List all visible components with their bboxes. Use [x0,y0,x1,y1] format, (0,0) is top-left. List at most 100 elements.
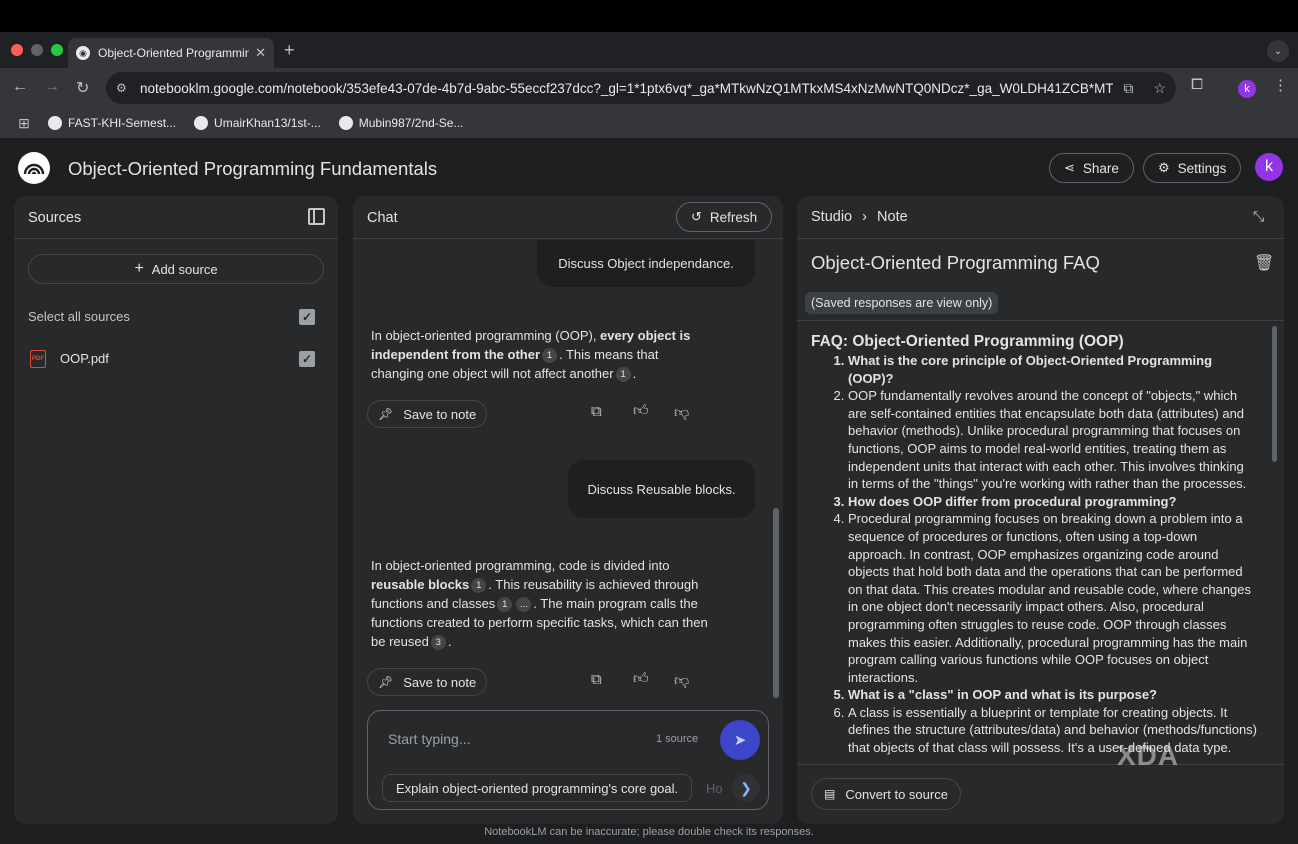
citation-chip[interactable]: 1 [615,367,631,382]
faq-question: What is the core principle of Object-Ori… [848,352,1257,387]
maximize-window-button[interactable] [51,44,63,56]
tab-search-icon[interactable]: ⌄ [1267,40,1289,62]
github-icon [338,116,353,130]
faq-answer: Procedural programming focuses on breaki… [848,510,1257,686]
close-tab-icon[interactable]: ✕ [255,45,266,61]
user-message: Discuss Reusable blocks. [568,460,755,518]
citation-chip[interactable]: 1 [471,578,487,593]
faq-list: What is the core principle of Object-Ori… [811,352,1257,760]
browser-menu-icon[interactable]: ⋮ [1273,76,1288,94]
app-header: Object-Oriented Programming Fundamentals… [0,138,1298,196]
source-item[interactable]: PDF OOP.pdf ✓ [28,348,328,370]
gear-icon: ⚙ [1158,160,1170,175]
notebook-title[interactable]: Object-Oriented Programming Fundamentals [68,158,437,180]
divider [14,238,338,239]
bookmark-item[interactable]: FAST-KHI-Semest... [48,116,176,130]
bookmark-item[interactable]: Mubin987/2nd-Se... [338,116,464,130]
note-content: FAQ: Object-Oriented Programming (OOP) W… [811,332,1257,760]
share-icon: ⋖ [1064,160,1075,175]
forward-icon[interactable]: → [44,78,60,96]
minimize-window-button[interactable] [31,44,43,56]
url-text: notebooklm.google.com/notebook/353efe43-… [140,80,1114,96]
refresh-button[interactable]: ↺ Refresh [676,202,773,232]
chat-input-area: Start typing... 1 source ➤ Explain objec… [367,710,769,810]
thumbs-down-icon[interactable]: 👎︎ [674,672,689,690]
chat-scrollbar[interactable] [773,508,779,698]
pin-icon: 📌︎ [378,675,394,689]
assistant-response: In object-oriented programming (OOP), ev… [371,328,691,382]
send-icon: ➤ [733,732,747,749]
thumbs-down-icon[interactable]: 👎︎ [674,404,689,422]
chevron-right-icon[interactable]: ❯ [732,774,760,802]
select-all-checkbox[interactable]: ✓ [299,309,315,325]
settings-button[interactable]: ⚙ Settings [1143,153,1242,183]
install-app-icon[interactable]: ⧉ [1123,80,1133,97]
breadcrumb-studio[interactable]: Studio [811,209,852,225]
suggestion-chip[interactable]: Explain object-oriented programming's co… [382,774,693,802]
citation-chip[interactable]: 1 [542,348,557,363]
source-checkbox[interactable]: ✓ [299,351,315,367]
xda-watermark: XDA [1117,740,1180,771]
divider [797,320,1284,321]
faq-answer: OOP fundamentally revolves around the co… [848,387,1257,493]
chat-panel: Chat ↺ Refresh Discuss Object independan… [353,196,783,824]
site-info-icon[interactable]: ⚙ [116,81,134,95]
avatar[interactable]: k [1255,153,1283,181]
tab-strip: ◉ Object-Oriented Programming ✕ + ⌄ [0,32,1298,68]
thumbs-up-icon[interactable]: 👍︎ [633,670,649,688]
more-citations-chip[interactable]: ... [516,597,532,612]
address-bar[interactable]: ⚙ notebooklm.google.com/notebook/353efe4… [106,72,1176,104]
divider [353,238,783,239]
save-to-note-button[interactable]: 📌︎ Save to note [367,400,488,428]
collapse-icon[interactable]: ⤡ [1253,208,1264,225]
add-source-button[interactable]: + Add source [28,254,324,284]
refresh-icon: ↺ [691,209,702,224]
close-window-button[interactable] [11,44,23,56]
sources-title: Sources [28,210,82,226]
suggestion-chip[interactable]: Ho [706,774,734,802]
collapse-panel-icon[interactable] [308,208,325,225]
pin-icon: 📌︎ [378,407,394,421]
bookmarks-bar: ⊞ FAST-KHI-Semest... UmairKhan13/1st-...… [0,108,1298,138]
notebooklm-favicon-icon: ◉ [76,46,90,60]
source-count: 1 source [656,733,699,745]
browser-tab[interactable]: ◉ Object-Oriented Programming ✕ [68,38,274,68]
sources-panel: Sources + Add source Select all sources … [14,196,338,824]
extensions-icon[interactable]: ⧠ [1191,76,1203,93]
apps-grid-icon[interactable]: ⊞ [0,115,48,132]
copy-icon[interactable]: ⧉ [591,403,602,420]
notebooklm-logo-icon[interactable] [18,152,50,184]
assistant-response: In object-oriented programming, code is … [371,558,708,650]
citation-chip[interactable]: 3 [430,635,446,650]
save-to-note-button[interactable]: 📌︎ Save to note [367,668,488,696]
reload-icon[interactable]: ↻ [76,78,89,98]
select-all-label: Select all sources [28,309,130,324]
citation-chip[interactable]: 1 [497,597,513,612]
new-tab-icon[interactable]: + [284,40,295,61]
user-message: Discuss Object independance. [537,240,755,287]
faq-heading: FAQ: Object-Oriented Programming (OOP) [811,333,1124,350]
back-icon[interactable]: ← [12,78,28,96]
thumbs-up-icon[interactable]: 👍︎ [633,402,649,420]
convert-to-source-button[interactable]: ▤ Convert to source [811,778,961,810]
github-icon [48,116,62,130]
trash-icon[interactable]: 🗑︎ [1254,253,1274,273]
note-scrollbar[interactable] [1272,326,1277,462]
copy-icon[interactable]: ⧉ [591,671,602,688]
faq-question: What is a "class" in OOP and what is its… [848,686,1257,704]
faq-answer: A class is essentially a blueprint or te… [848,704,1257,760]
note-icon: ▤ [824,787,836,801]
bookmark-item[interactable]: UmairKhan13/1st-... [194,116,321,130]
disclaimer-footer: NotebookLM can be inaccurate; please dou… [484,826,814,838]
breadcrumb-note: Note [877,209,908,225]
tab-title: Object-Oriented Programming [98,46,250,60]
browser-profile-avatar[interactable]: k [1238,80,1256,98]
bookmark-star-icon[interactable]: ☆ [1153,80,1166,97]
chat-input[interactable]: Start typing... [388,731,470,747]
studio-panel: Studio › Note ⤡ Object-Oriented Programm… [797,196,1284,824]
chat-title: Chat [367,210,398,226]
breadcrumb: Studio › Note [811,209,908,225]
share-button[interactable]: ⋖ Share [1049,153,1134,183]
pdf-icon: PDF [30,350,46,368]
send-button[interactable]: ➤ [720,720,760,760]
